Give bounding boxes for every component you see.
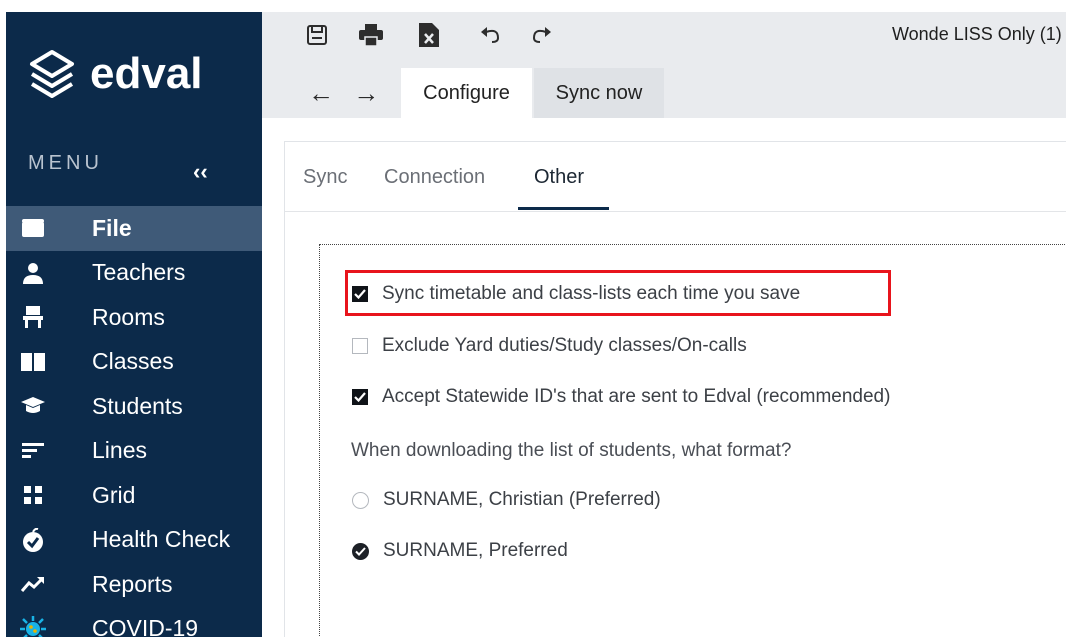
- menu-heading: MENU: [28, 152, 103, 174]
- config-panel: Sync Connection Other Sync timetable and…: [284, 141, 1066, 637]
- redo-icon[interactable]: [528, 22, 554, 48]
- chair-icon: [20, 304, 46, 330]
- active-tab-underline: [518, 207, 609, 210]
- sidebar-item-label: Rooms: [92, 303, 165, 330]
- window-title: Wonde LISS Only (1): [892, 24, 1062, 44]
- sidebar: edval MENU ‹‹ File Teachers Rooms Classe…: [6, 12, 262, 637]
- format-option-christian[interactable]: SURNAME, Christian (Preferred): [352, 489, 661, 511]
- sidebar-item-covid-19[interactable]: COVID-19: [6, 607, 262, 637]
- logo-text: edval: [90, 49, 203, 98]
- person-icon: [20, 260, 46, 286]
- sidebar-item-reports[interactable]: Reports: [6, 562, 262, 607]
- sidebar-item-lines[interactable]: Lines: [6, 429, 262, 474]
- accept-statewide-label: Accept Statewide ID's that are sent to E…: [382, 386, 891, 407]
- apple-check-icon: [20, 527, 46, 553]
- book-icon: [20, 349, 46, 375]
- sub-tab-bar: Sync Connection Other: [285, 142, 1066, 212]
- lines-icon: [20, 438, 46, 464]
- app-window: edval MENU ‹‹ File Teachers Rooms Classe…: [0, 0, 1066, 637]
- sidebar-item-students[interactable]: Students: [6, 384, 262, 429]
- sidebar-item-label: Grid: [92, 481, 136, 508]
- save-icon[interactable]: [304, 22, 330, 48]
- print-icon[interactable]: [358, 22, 384, 48]
- sidebar-nav: File Teachers Rooms Classes Students Lin…: [6, 206, 262, 637]
- option-exclude-yard[interactable]: Exclude Yard duties/Study classes/On-cal…: [352, 335, 747, 357]
- folder-icon: [20, 215, 46, 241]
- sidebar-item-health-check[interactable]: Health Check: [6, 518, 262, 563]
- sidebar-item-label: Health Check: [92, 526, 231, 553]
- exclude-yard-label: Exclude Yard duties/Study classes/On-cal…: [382, 335, 747, 356]
- virus-icon: [20, 615, 46, 637]
- tab-configure[interactable]: Configure: [401, 68, 532, 118]
- excel-icon[interactable]: [416, 22, 442, 48]
- top-toolbar: Wonde LISS Only (1) ← → Configure Sync n…: [262, 12, 1066, 118]
- back-forward-arrows[interactable]: ← →: [308, 78, 385, 109]
- option-sync-each-save[interactable]: Sync timetable and class-lists each time…: [352, 283, 800, 305]
- trend-icon: [20, 571, 46, 597]
- sidebar-item-label: Reports: [92, 570, 173, 597]
- format-preferred-label: SURNAME, Preferred: [383, 540, 568, 561]
- undo-icon[interactable]: [478, 22, 504, 48]
- collapse-sidebar-button[interactable]: ‹‹: [193, 159, 208, 185]
- tab-sync-now[interactable]: Sync now: [534, 68, 664, 118]
- sidebar-item-label: File: [92, 214, 132, 241]
- sidebar-item-teachers[interactable]: Teachers: [6, 251, 262, 296]
- sidebar-item-file[interactable]: File: [6, 206, 262, 251]
- sidebar-item-label: Students: [92, 392, 183, 419]
- edval-logo: edval: [26, 48, 203, 100]
- accept-statewide-checkbox[interactable]: [352, 389, 368, 405]
- format-preferred-radio[interactable]: [352, 542, 369, 560]
- option-accept-statewide[interactable]: Accept Statewide ID's that are sent to E…: [352, 386, 890, 408]
- sidebar-item-label: Classes: [92, 348, 174, 375]
- subtab-other[interactable]: Other: [534, 166, 584, 189]
- sidebar-item-classes[interactable]: Classes: [6, 340, 262, 385]
- grid-icon: [20, 482, 46, 508]
- sync-each-save-label: Sync timetable and class-lists each time…: [382, 283, 801, 304]
- exclude-yard-checkbox[interactable]: [352, 338, 368, 354]
- edval-logo-icon: [30, 50, 74, 98]
- sync-each-save-checkbox[interactable]: [352, 286, 368, 302]
- format-christian-label: SURNAME, Christian (Preferred): [383, 489, 661, 510]
- sidebar-item-rooms[interactable]: Rooms: [6, 295, 262, 340]
- sidebar-item-label: COVID-19: [92, 615, 199, 637]
- format-option-preferred[interactable]: SURNAME, Preferred: [352, 540, 568, 562]
- subtab-connection[interactable]: Connection: [384, 166, 485, 189]
- sidebar-item-grid[interactable]: Grid: [6, 473, 262, 518]
- subtab-sync[interactable]: Sync: [303, 166, 347, 189]
- sidebar-item-label: Teachers: [92, 259, 186, 286]
- graduation-cap-icon: [20, 393, 46, 419]
- sidebar-item-label: Lines: [92, 437, 147, 464]
- format-christian-radio[interactable]: [352, 491, 369, 509]
- format-question: When downloading the list of students, w…: [351, 440, 792, 461]
